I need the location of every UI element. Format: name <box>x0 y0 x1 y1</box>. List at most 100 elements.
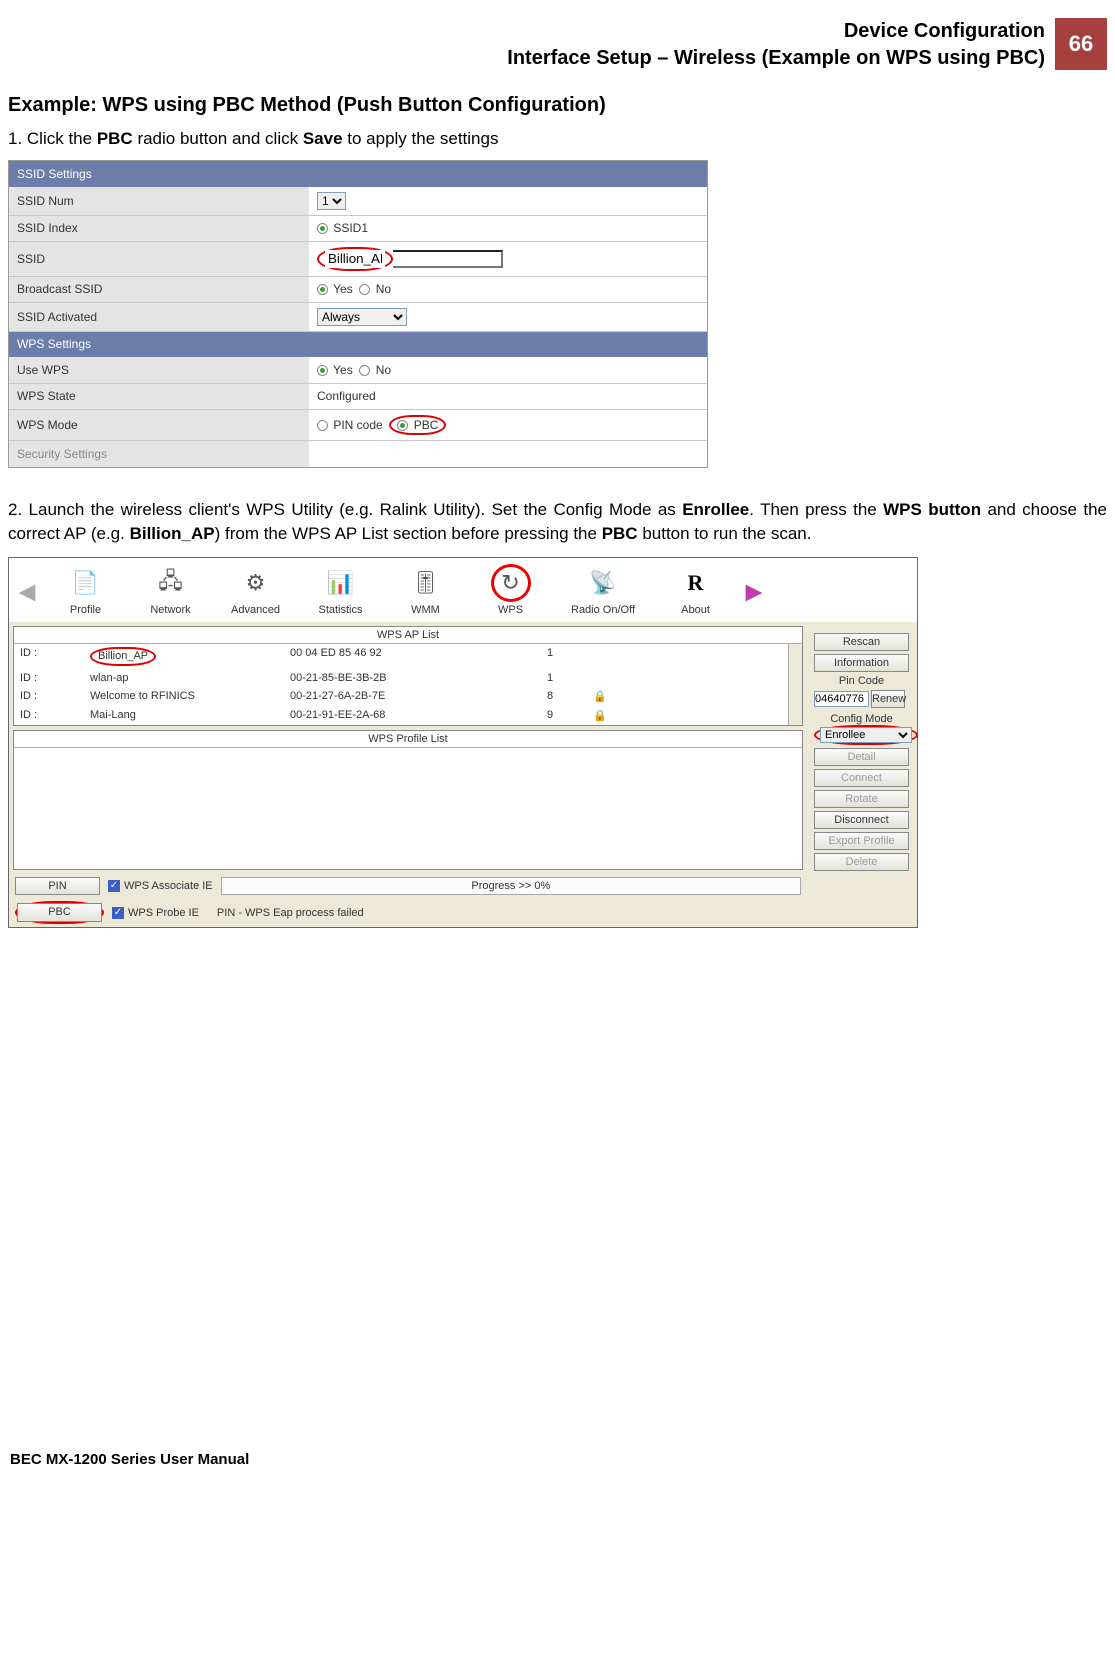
pin-code-input[interactable] <box>814 691 869 707</box>
rescan-button[interactable]: Rescan <box>814 633 909 651</box>
renew-button[interactable]: Renew <box>871 690 905 708</box>
activated-cell: Always <box>309 302 707 331</box>
section-wps-settings: WPS Settings <box>9 331 707 357</box>
broadcast-cell: Yes No <box>309 276 707 302</box>
ap-mac: 00-21-27-6A-2B-7E <box>290 690 520 703</box>
pbc-button-highlight: PBC <box>15 901 104 924</box>
ssid-input[interactable] <box>325 250 385 268</box>
ap-ch: 1 <box>520 647 580 666</box>
toolbar-wmm-label: WMM <box>383 604 468 616</box>
ap-list-scrollbar[interactable] <box>788 644 802 725</box>
config-mode-select[interactable]: Enrollee <box>820 727 912 743</box>
use-wps-no-radio[interactable] <box>359 365 370 376</box>
wps-pin-radio[interactable] <box>317 420 328 431</box>
probe-label: WPS Probe IE <box>128 907 199 919</box>
ssid-cell <box>309 241 707 276</box>
ralink-utility-screenshot: ◄ 📄Profile 🖧Network ⚙Advanced 📊Statistic… <box>8 557 918 928</box>
ap-name: Mai-Lang <box>90 709 290 722</box>
use-wps-yes-radio[interactable] <box>317 365 328 376</box>
connect-button[interactable]: Connect <box>814 769 909 787</box>
toolbar-statistics[interactable]: 📊Statistics <box>298 560 383 622</box>
ap-row-3[interactable]: ID : Mai-Lang 00-21-91-EE-2A-68 9 🔒 <box>14 706 788 725</box>
step-2-text: 2. Launch the wireless client's WPS Util… <box>8 498 1107 547</box>
wps-profile-list-header: WPS Profile List <box>14 731 802 748</box>
broadcast-no-radio[interactable] <box>359 284 370 295</box>
ap-id: ID : <box>20 690 90 703</box>
page-header: Device Configuration Interface Setup – W… <box>8 0 1107 72</box>
rotate-button[interactable]: Rotate <box>814 790 909 808</box>
checkbox-icon: ✓ <box>108 880 120 892</box>
step1-prefix: 1. Click the <box>8 129 97 148</box>
wps-state-value: Configured <box>309 383 707 409</box>
advanced-icon: ⚙ <box>236 564 276 602</box>
step1-b2: Save <box>303 129 343 148</box>
toolbar-about[interactable]: RAbout <box>653 560 738 622</box>
ap-name: wlan-ap <box>90 672 290 684</box>
radio-icon: 📡 <box>583 564 623 602</box>
profile-icon: 📄 <box>66 564 106 602</box>
delete-button[interactable]: Delete <box>814 853 909 871</box>
wps-profile-list: WPS Profile List <box>13 730 803 870</box>
step2-mid3: ) from the WPS AP List section before pr… <box>215 524 602 543</box>
step2-suffix: button to run the scan. <box>638 524 812 543</box>
header-line2: Interface Setup – Wireless (Example on W… <box>507 45 1045 72</box>
toolbar-wps[interactable]: ↻ WPS <box>468 560 553 622</box>
section-security-settings: Security Settings <box>9 441 309 467</box>
lock-icon: 🔒 <box>580 709 620 722</box>
broadcast-yes-label: Yes <box>333 282 353 296</box>
wps-ap-list-header: WPS AP List <box>14 627 802 644</box>
ssid-index-radio[interactable] <box>317 223 328 234</box>
side-column: Rescan Information Pin Code Renew Config… <box>814 633 909 871</box>
ap-row-1[interactable]: ID : wlan-ap 00-21-85-BE-3B-2B 1 <box>14 669 788 687</box>
ap-row-2[interactable]: ID : Welcome to RFINICS 00-21-27-6A-2B-7… <box>14 687 788 706</box>
wps-pbc-highlight-ring: PBC <box>389 415 446 435</box>
ssid-index-value: SSID1 <box>333 221 368 235</box>
checkbox-icon: ✓ <box>112 907 124 919</box>
pin-code-label: Pin Code <box>814 675 909 687</box>
example-title: Example: WPS using PBC Method (Push Butt… <box>8 94 1107 117</box>
step2-prefix: 2. Launch the wireless client's WPS Util… <box>8 500 682 519</box>
header-titles: Device Configuration Interface Setup – W… <box>507 18 1051 72</box>
step2-b4: PBC <box>602 524 638 543</box>
ap-ch: 8 <box>520 690 580 703</box>
broadcast-yes-radio[interactable] <box>317 284 328 295</box>
ap-row-0[interactable]: ID : Billion_AP 00 04 ED 85 46 92 1 <box>14 644 788 669</box>
toolbar-profile[interactable]: 📄Profile <box>43 560 128 622</box>
export-profile-button[interactable]: Export Profile <box>814 832 909 850</box>
wps-probe-ie[interactable]: ✓ WPS Probe IE <box>112 907 199 919</box>
toolbar-advanced[interactable]: ⚙Advanced <box>213 560 298 622</box>
ssid-label: SSID <box>9 241 309 276</box>
ap-sec <box>580 672 620 684</box>
toolbar: ◄ 📄Profile 🖧Network ⚙Advanced 📊Statistic… <box>9 558 917 622</box>
ssid-highlight-ring <box>317 247 393 271</box>
ssid-num-select[interactable]: 1 <box>317 192 346 210</box>
pin-button[interactable]: PIN <box>15 877 100 895</box>
disconnect-button[interactable]: Disconnect <box>814 811 909 829</box>
pbc-button[interactable]: PBC <box>17 903 102 922</box>
information-button[interactable]: Information <box>814 654 909 672</box>
wps-icon: ↻ <box>491 564 531 602</box>
activated-label: SSID Activated <box>9 302 309 331</box>
wps-mode-cell: PIN code PBC <box>309 409 707 440</box>
toolbar-left-arrow-icon[interactable]: ◄ <box>11 562 43 622</box>
wps-state-label: WPS State <box>9 383 309 409</box>
use-wps-no-label: No <box>376 363 391 377</box>
toolbar-network[interactable]: 🖧Network <box>128 560 213 622</box>
wps-pin-label: PIN code <box>333 418 382 432</box>
activated-select[interactable]: Always <box>317 308 407 326</box>
toolbar-wmm[interactable]: 🎚WMM <box>383 560 468 622</box>
toolbar-radio[interactable]: 📡 Radio On/Off <box>553 560 653 622</box>
toolbar-wps-label: WPS <box>468 604 553 616</box>
wps-pbc-radio[interactable] <box>397 420 408 431</box>
pin-code-row: Renew <box>814 690 909 708</box>
bottom-bar-2: PBC ✓WPS Probe IE PIN - WPS Eap process … <box>9 898 807 927</box>
ap-rows: ID : Billion_AP 00 04 ED 85 46 92 1 ID :… <box>14 644 788 725</box>
ssid-input-tail[interactable] <box>393 250 503 268</box>
ap-mac: 00 04 ED 85 46 92 <box>290 647 520 666</box>
toolbar-radio-label: Radio On/Off <box>553 604 653 616</box>
wps-associate-ie[interactable]: ✓WPS Associate IE <box>108 880 213 892</box>
detail-button[interactable]: Detail <box>814 748 909 766</box>
toolbar-right-arrow-icon[interactable]: ► <box>738 562 770 622</box>
footer-text: BEC MX-1200 Series User Manual <box>10 1451 249 1468</box>
wps-mode-label: WPS Mode <box>9 409 309 440</box>
